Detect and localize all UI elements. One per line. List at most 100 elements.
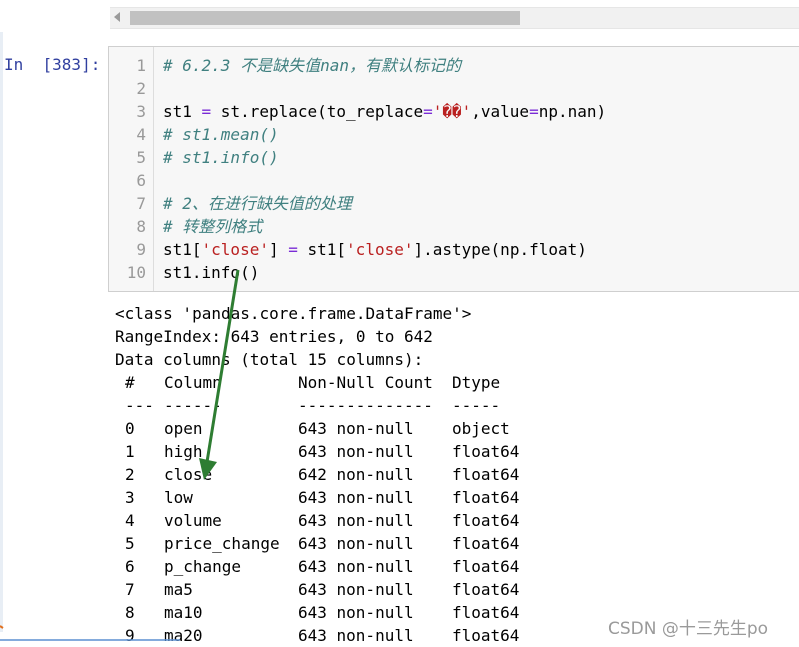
table-cell: Non-Null Count: [298, 373, 433, 392]
code-line: # 6.2.3 不是缺失值nan，有默认标记的: [163, 54, 461, 77]
cell-selection-strip: [0, 32, 3, 632]
table-cell: p_change: [164, 557, 242, 576]
table-cell: object: [452, 419, 510, 438]
table-cell: 2: [125, 465, 135, 484]
table-row: 4 volume 643 non-null float64: [115, 509, 795, 532]
line-number: 3: [136, 102, 146, 121]
code-line: st1 = st.replace(to_replace='��',value=n…: [163, 100, 606, 123]
table-row: 6 p_change 643 non-null float64: [115, 555, 795, 578]
table-cell: volume: [164, 511, 222, 530]
code-token: st1.info(): [163, 263, 260, 282]
line-number: 7: [136, 194, 146, 213]
table-cell: float64: [452, 534, 520, 553]
table-cell: float64: [452, 626, 520, 645]
table-cell: float64: [452, 442, 520, 461]
code-token: # st1.mean(): [163, 125, 279, 144]
scroll-left-arrow-icon[interactable]: [114, 12, 120, 22]
table-row: 0 open 643 non-null object: [115, 417, 795, 440]
table-cell: Dtype: [452, 373, 501, 392]
code-token: =: [423, 102, 433, 121]
table-cell: 6: [125, 557, 135, 576]
table-cell: 0: [125, 419, 135, 438]
line-number: 8: [136, 217, 146, 236]
code-token: ].astype(np.float): [413, 240, 587, 259]
table-cell: 643 non-null: [298, 419, 414, 438]
table-cell: ---: [125, 396, 154, 415]
table-cell: 642 non-null: [298, 465, 414, 484]
table-cell: 4: [125, 511, 135, 530]
table-cell: float64: [452, 557, 520, 576]
table-header: # Column Non-Null Count Dtype: [115, 371, 795, 394]
code-token: # 2、在进行缺失值的处理: [163, 194, 352, 213]
table-row: 7 ma5 643 non-null float64: [115, 578, 795, 601]
line-number: 1: [136, 56, 146, 75]
table-cell: open: [164, 419, 203, 438]
table-cell: -----: [452, 396, 501, 415]
table-row: 3 low 643 non-null float64: [115, 486, 795, 509]
line-number: 2: [136, 79, 146, 98]
table-row: 5 price_change 643 non-null float64: [115, 532, 795, 555]
table-cell: #: [125, 373, 135, 392]
table-row: 1 high 643 non-null float64: [115, 440, 795, 463]
table-cell: 643 non-null: [298, 488, 414, 507]
code-token: # st1.info(): [163, 148, 279, 167]
line-number-gutter: 1 2 3 4 5 6 7 8 9 10: [109, 47, 154, 291]
code-line: # 转整列格式: [163, 215, 262, 238]
table-cell: float64: [452, 603, 520, 622]
line-number: 9: [136, 240, 146, 259]
table-cell: --------------: [298, 396, 433, 415]
scrollbar-thumb[interactable]: [130, 11, 520, 25]
table-cell: price_change: [164, 534, 280, 553]
code-token: st1[: [297, 240, 347, 259]
table-separator: --- ------ -------------- -----: [115, 394, 795, 417]
code-token: =: [201, 102, 212, 121]
table-cell: 643 non-null: [298, 511, 414, 530]
table-cell: float64: [452, 511, 520, 530]
table-cell: 643 non-null: [298, 580, 414, 599]
table-cell: ma20: [164, 626, 203, 645]
code-token: # 6.2.3 不是缺失值nan，有默认标记的: [163, 56, 461, 75]
table-cell: low: [164, 488, 193, 507]
table-cell: 643 non-null: [298, 603, 414, 622]
table-cell: ma5: [164, 580, 193, 599]
line-number: 10: [126, 263, 146, 282]
code-token: ,value: [471, 102, 530, 121]
table-cell: ------: [164, 396, 222, 415]
code-token: st1[: [163, 240, 202, 259]
output-header-line: RangeIndex: 643 entries, 0 to 642: [115, 327, 433, 346]
table-cell: close: [164, 465, 213, 484]
code-token: # 转整列格式: [163, 217, 263, 236]
code-token: ]: [268, 240, 289, 259]
table-cell: float64: [452, 465, 520, 484]
table-row: 2 close 642 non-null float64: [115, 463, 795, 486]
code-editor[interactable]: 1 2 3 4 5 6 7 8 9 10 # 6.2.3 不是缺失值nan，有默认标记的 st1 =…: [108, 46, 799, 292]
code-token: np.nan): [538, 102, 607, 121]
code-token: =: [288, 240, 298, 259]
line-number: 5: [136, 148, 146, 167]
horizontal-scrollbar[interactable]: [110, 7, 799, 29]
table-cell: ma10: [164, 603, 203, 622]
output-header-line: <class 'pandas.core.frame.DataFrame'>: [115, 304, 472, 323]
code-line: # st1.info(): [163, 146, 279, 169]
table-cell: 3: [125, 488, 135, 507]
line-number: 6: [136, 171, 146, 190]
table-cell: 643 non-null: [298, 534, 414, 553]
table-cell: 5: [125, 534, 135, 553]
table-cell: float64: [452, 580, 520, 599]
output-header-line: Data columns (total 15 columns):: [115, 350, 424, 369]
table-cell: float64: [452, 488, 520, 507]
table-cell: 643 non-null: [298, 442, 414, 461]
table-cell: 643 non-null: [298, 557, 414, 576]
code-token: 'close': [346, 240, 414, 259]
table-cell: 643 non-null: [298, 626, 414, 645]
code-line: st1.info(): [163, 261, 259, 284]
code-token: st.replace(to_replace: [211, 102, 424, 121]
code-token: '��': [432, 102, 472, 121]
table-cell: 1: [125, 442, 135, 461]
table-cell: 8: [125, 603, 135, 622]
code-line: # 2、在进行缺失值的处理: [163, 192, 352, 215]
code-line: # st1.mean(): [163, 123, 279, 146]
table-cell: high: [164, 442, 203, 461]
cell-prompt: In [383]:: [4, 55, 101, 74]
table-cell: 7: [125, 580, 135, 599]
